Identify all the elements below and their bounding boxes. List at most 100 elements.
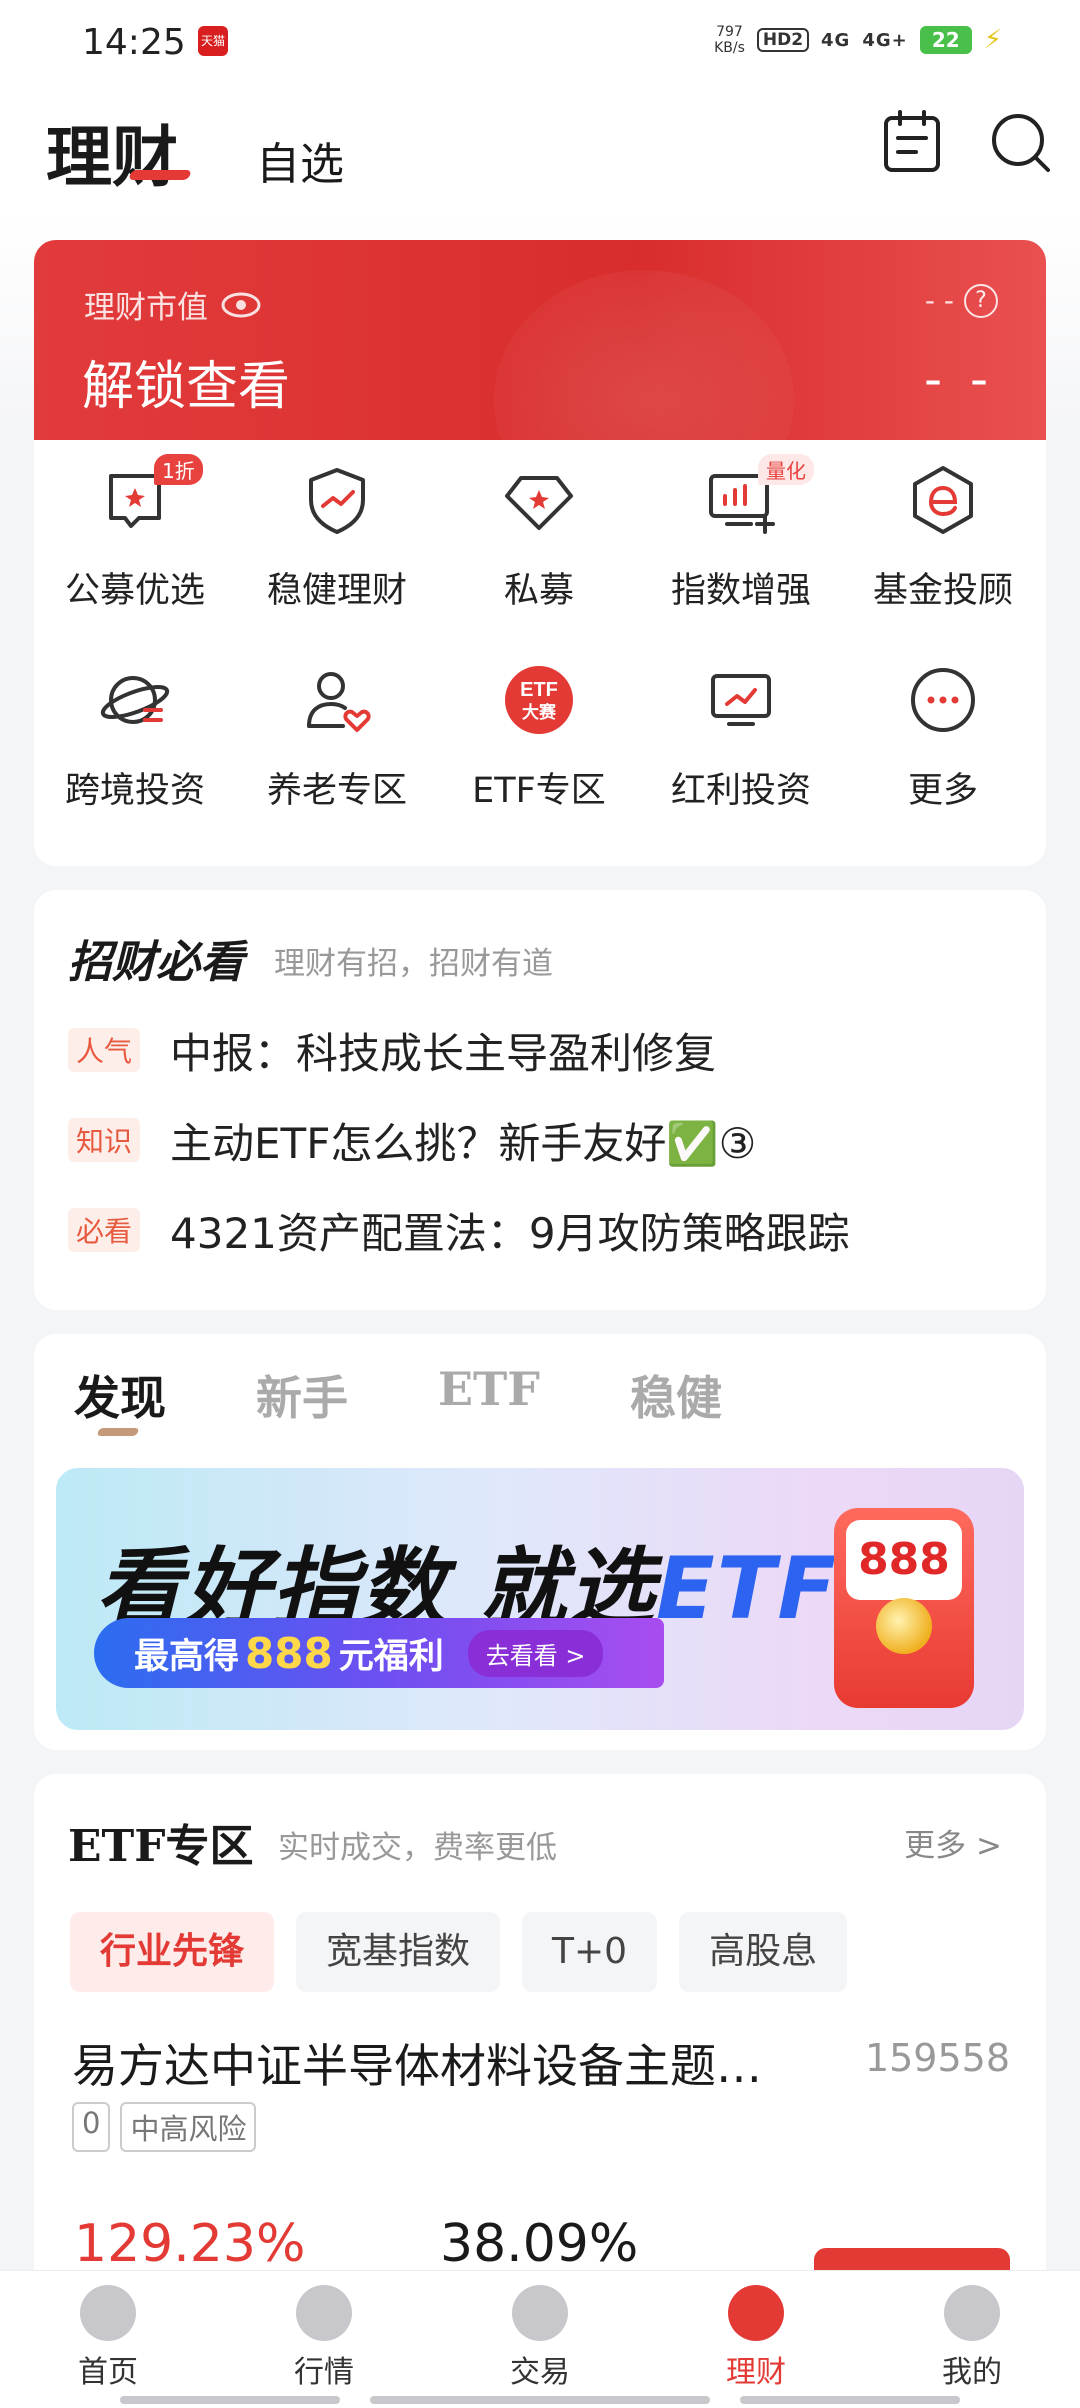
- person-heart-icon: [307, 672, 371, 732]
- quant-badge: 量化: [758, 454, 814, 485]
- wealth-diamond-icon: [728, 2285, 784, 2341]
- status-indicators: 797 KB/s HD2 4G 4G+ 22 ⚡: [714, 24, 1002, 56]
- article-tag: 必看: [68, 1208, 141, 1252]
- article-tag: 人气: [68, 1028, 141, 1072]
- menu-item-etf-zone[interactable]: ETF 大赛 ETF专区: [438, 640, 640, 830]
- tab-stable[interactable]: 稳健: [630, 1362, 722, 1428]
- shield-chart-icon: [309, 468, 365, 534]
- yesterday-profit-placeholder: - -: [924, 284, 954, 317]
- status-bar: 14:25 天猫 797 KB/s HD2 4G 4G+ 22 ⚡: [0, 0, 1080, 86]
- menu-item-fund-advisor[interactable]: 基金投顾: [842, 440, 1044, 630]
- nav-market[interactable]: 行情: [244, 2285, 404, 2391]
- menu-item-public-funds[interactable]: 1折 公募优选: [34, 440, 236, 630]
- e-hexagon-icon: [913, 466, 973, 534]
- title-underline: [128, 170, 192, 180]
- eye-icon[interactable]: [220, 291, 262, 319]
- help-icon[interactable]: ?: [964, 284, 998, 318]
- coin-icon: [876, 1598, 932, 1654]
- discount-badge: 1折: [154, 454, 203, 485]
- red-envelope-icon: 888: [834, 1508, 974, 1708]
- menu-item-more[interactable]: 更多: [842, 640, 1044, 830]
- screen-chart-icon: [711, 674, 771, 726]
- etf-zone-title: ETF专区: [68, 1821, 254, 1872]
- chip-t-plus-0[interactable]: T+0: [522, 1912, 658, 1992]
- menu-item-dividend[interactable]: 红利投资: [640, 640, 842, 830]
- gesture-bar: [740, 2396, 960, 2404]
- bottom-nav: 首页 行情 交易 理财 我的: [0, 2270, 1080, 2408]
- nav-trade[interactable]: 交易: [460, 2285, 620, 2391]
- page-header: 理财 自选: [0, 86, 1080, 210]
- chip-broad-index[interactable]: 宽基指数: [296, 1912, 501, 1992]
- menu-label: 养老专区: [266, 771, 407, 811]
- etf-contest-icon: ETF 大赛: [505, 666, 573, 734]
- tab-beginner[interactable]: 新手: [256, 1362, 348, 1428]
- market-trend-icon: [296, 2285, 352, 2341]
- article-title: 中报：科技成长主导盈利修复: [170, 1028, 717, 1078]
- nav-home[interactable]: 首页: [28, 2285, 188, 2391]
- menu-label: 基金投顾: [872, 571, 1013, 611]
- nav-mine[interactable]: 我的: [892, 2285, 1052, 2391]
- discover-tabs: 发现 新手 ETF 稳健: [74, 1362, 722, 1428]
- menu-item-stable-wealth[interactable]: 稳健理财: [236, 440, 438, 630]
- menu-label: 红利投资: [670, 771, 811, 811]
- must-read-title: 招财必看: [68, 937, 244, 988]
- chip-industry-pioneer[interactable]: 行业先锋: [70, 1912, 275, 1992]
- home-icon: [80, 2285, 136, 2341]
- exchange-icon: [512, 2285, 568, 2341]
- asset-label: 理财市值: [84, 282, 262, 327]
- risk-tag: 中高风险: [120, 2102, 257, 2152]
- fund-tag: 0: [72, 2102, 111, 2152]
- tab-etf[interactable]: ETF: [438, 1362, 540, 1428]
- svg-text:ETF: ETF: [520, 679, 558, 701]
- banner-go-button[interactable]: 去看看 >: [467, 1629, 604, 1677]
- etf-more-link[interactable]: 更多 >: [904, 1820, 1002, 1865]
- asset-value-card[interactable]: 理财市值 解锁查看 - - ? - -: [34, 240, 1046, 450]
- menu-label: 稳健理财: [266, 571, 407, 611]
- menu-item-pension[interactable]: 养老专区: [236, 640, 438, 830]
- article-title: 4321资产配置法：9月攻防策略跟踪: [170, 1208, 850, 1258]
- active-tab-indicator: [96, 1428, 140, 1436]
- page-title[interactable]: 理财: [46, 104, 178, 200]
- planet-icon: [100, 676, 170, 724]
- signal-4g-plus-icon: 4G+: [862, 29, 908, 51]
- app-notification-icon: 天猫: [198, 26, 228, 56]
- promo-banner[interactable]: 看好指数 就选ETF 最高得 888 元福利 去看看 > 888: [56, 1468, 1024, 1730]
- menu-label: ETF专区: [472, 771, 606, 811]
- tab-watchlist[interactable]: 自选: [256, 128, 344, 192]
- clipboard-icon[interactable]: [876, 106, 948, 178]
- menu-item-private-funds[interactable]: 私募: [438, 440, 640, 630]
- search-icon[interactable]: [984, 106, 1056, 178]
- menu-label: 更多: [907, 771, 978, 811]
- charging-icon: ⚡: [983, 25, 1002, 55]
- feature-grid: 1折 公募优选 稳健理财 私募 量化 指数增强 基金投顾 跨境投资 养老专区 E…: [34, 440, 1046, 866]
- fund-code: 159558: [864, 2036, 1010, 2080]
- fund-tags: 0 中高风险: [72, 2102, 257, 2152]
- etf-category-chips: 行业先锋 宽基指数 T+0 高股息: [70, 1912, 848, 1992]
- menu-label: 指数增强: [670, 571, 811, 611]
- menu-item-cross-border[interactable]: 跨境投资: [34, 640, 236, 830]
- signal-4g-icon: 4G: [821, 29, 851, 51]
- menu-label: 跨境投资: [64, 771, 205, 811]
- must-read-subtitle: 理财有招，招财有道: [274, 946, 553, 982]
- etf-zone-card: ETF专区 实时成交，费率更低 更多 > 行业先锋 宽基指数 T+0 高股息 易…: [34, 1774, 1046, 2298]
- battery-icon: 22: [919, 26, 972, 54]
- list-item[interactable]: 人气 中报：科技成长主导盈利修复: [68, 1020, 716, 1080]
- list-item[interactable]: 必看 4321资产配置法：9月攻防策略跟踪: [68, 1200, 850, 1260]
- list-item[interactable]: 知识 主动ETF怎么挑？新手友好✅③: [68, 1110, 756, 1170]
- fund-secondary-value: 38.09%: [440, 2214, 639, 2274]
- tab-discover[interactable]: 发现: [74, 1362, 166, 1428]
- etf-zone-subtitle: 实时成交，费率更低: [278, 1830, 557, 1866]
- status-time: 14:25: [82, 22, 186, 63]
- menu-item-index-enhance[interactable]: 量化 指数增强: [640, 440, 842, 630]
- unlock-view-text[interactable]: 解锁查看: [82, 344, 290, 419]
- profile-cow-icon: [944, 2285, 1000, 2341]
- fund-name[interactable]: 易方达中证半导体材料设备主题…: [72, 2030, 842, 2096]
- chip-high-dividend[interactable]: 高股息: [679, 1912, 848, 1992]
- gesture-bar: [370, 2396, 710, 2404]
- discover-card: 发现 新手 ETF 稳健 看好指数 就选ETF 最高得 888 元福利 去看看 …: [34, 1334, 1046, 1750]
- nav-wealth[interactable]: 理财: [676, 2285, 836, 2391]
- gesture-bar: [120, 2396, 340, 2404]
- must-read-card: 招财必看 理财有招，招财有道 人气 中报：科技成长主导盈利修复 知识 主动ETF…: [34, 890, 1046, 1310]
- svg-text:大赛: 大赛: [522, 702, 557, 723]
- article-tag: 知识: [68, 1118, 141, 1162]
